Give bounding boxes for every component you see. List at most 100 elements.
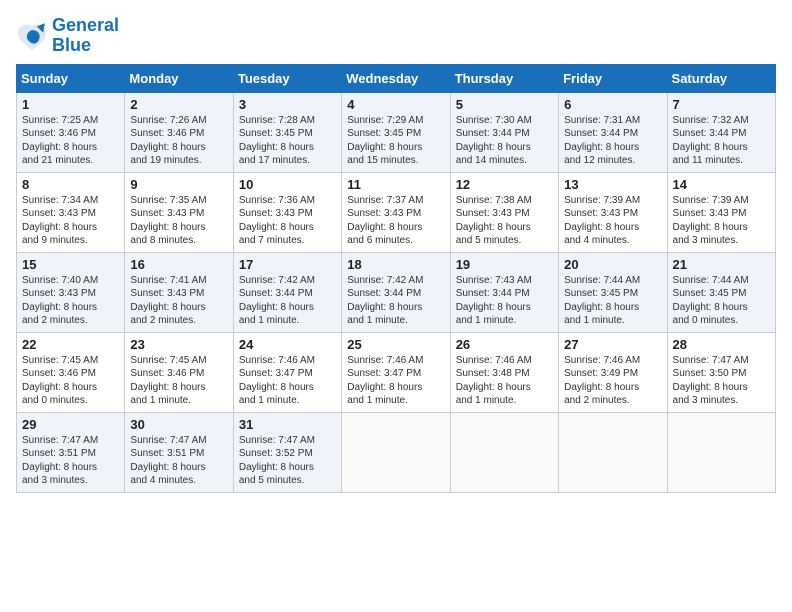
cell-info: Sunrise: 7:39 AMSunset: 3:43 PMDaylight:…: [564, 194, 661, 248]
calendar-cell: 10 Sunrise: 7:36 AMSunset: 3:43 PMDayligh…: [233, 172, 341, 252]
day-number: 1: [22, 97, 119, 112]
calendar-cell: 17Sunrise: 7:42 AMSunset: 3:44 PMDayligh…: [233, 252, 341, 332]
calendar-cell: 29 Sunrise: 7:47 AMSunset: 3:51 PMDayligh…: [17, 412, 125, 492]
cell-info: Sunrise: 7:46 AMSunset: 3:48 PMDaylight:…: [456, 354, 553, 408]
calendar-cell: 16 Sunrise: 7:41 AMSunset: 3:43 PMDayligh…: [125, 252, 233, 332]
calendar-week-2: 8 Sunrise: 7:34 AMSunset: 3:43 PMDaylight…: [17, 172, 776, 252]
day-number: 4: [347, 97, 444, 112]
cell-info: Sunrise: 7:32 AMSunset: 3:44 PMDaylight:…: [673, 114, 770, 168]
calendar-week-3: 15 Sunrise: 7:40 AMSunset: 3:43 PMDayligh…: [17, 252, 776, 332]
calendar-cell: 24 Sunrise: 7:46 AMSunset: 3:47 PMDayligh…: [233, 332, 341, 412]
calendar-cell: [667, 412, 775, 492]
day-number: 10: [239, 177, 336, 192]
cell-info: Sunrise: 7:45 AMSunset: 3:46 PMDaylight:…: [130, 354, 227, 408]
cell-info: Sunrise: 7:45 AMSunset: 3:46 PMDaylight:…: [22, 354, 119, 408]
page-header: General Blue: [16, 16, 776, 56]
cell-info: Sunrise: 7:25 AMSunset: 3:46 PMDaylight:…: [22, 114, 119, 168]
calendar-week-5: 29 Sunrise: 7:47 AMSunset: 3:51 PMDayligh…: [17, 412, 776, 492]
cell-info: Sunrise: 7:46 AMSunset: 3:47 PMDaylight:…: [347, 354, 444, 408]
cell-info: Sunrise: 7:42 AMSunset: 3:44 PMDaylight:…: [239, 274, 336, 328]
cell-info: Sunrise: 7:38 AMSunset: 3:43 PMDaylight:…: [456, 194, 553, 248]
calendar-cell: [559, 412, 667, 492]
calendar-week-1: 1 Sunrise: 7:25 AMSunset: 3:46 PMDaylight…: [17, 92, 776, 172]
logo-text: General Blue: [52, 16, 119, 56]
day-number: 30: [130, 417, 227, 432]
calendar-cell: 3Sunrise: 7:28 AMSunset: 3:45 PMDaylight…: [233, 92, 341, 172]
calendar-cell: [450, 412, 558, 492]
calendar-cell: 11 Sunrise: 7:37 AMSunset: 3:43 PMDayligh…: [342, 172, 450, 252]
day-number: 27: [564, 337, 661, 352]
cell-info: Sunrise: 7:47 AMSunset: 3:50 PMDaylight:…: [673, 354, 770, 408]
cell-info: Sunrise: 7:46 AMSunset: 3:47 PMDaylight:…: [239, 354, 336, 408]
header-thursday: Thursday: [450, 64, 558, 92]
calendar-cell: 7Sunrise: 7:32 AMSunset: 3:44 PMDaylight…: [667, 92, 775, 172]
cell-info: Sunrise: 7:35 AMSunset: 3:43 PMDaylight:…: [130, 194, 227, 248]
header-saturday: Saturday: [667, 64, 775, 92]
calendar-cell: 19Sunrise: 7:43 AMSunset: 3:44 PMDayligh…: [450, 252, 558, 332]
cell-info: Sunrise: 7:44 AMSunset: 3:45 PMDaylight:…: [673, 274, 770, 328]
cell-info: Sunrise: 7:26 AMSunset: 3:46 PMDaylight:…: [130, 114, 227, 168]
cell-info: Sunrise: 7:36 AMSunset: 3:43 PMDaylight:…: [239, 194, 336, 248]
cell-info: Sunrise: 7:42 AMSunset: 3:44 PMDaylight:…: [347, 274, 444, 328]
cell-info: Sunrise: 7:37 AMSunset: 3:43 PMDaylight:…: [347, 194, 444, 248]
cell-info: Sunrise: 7:34 AMSunset: 3:43 PMDaylight:…: [22, 194, 119, 248]
day-number: 25: [347, 337, 444, 352]
cell-info: Sunrise: 7:28 AMSunset: 3:45 PMDaylight:…: [239, 114, 336, 168]
day-number: 6: [564, 97, 661, 112]
cell-info: Sunrise: 7:40 AMSunset: 3:43 PMDaylight:…: [22, 274, 119, 328]
cell-info: Sunrise: 7:39 AMSunset: 3:43 PMDaylight:…: [673, 194, 770, 248]
day-number: 24: [239, 337, 336, 352]
cell-info: Sunrise: 7:43 AMSunset: 3:44 PMDaylight:…: [456, 274, 553, 328]
cell-info: Sunrise: 7:41 AMSunset: 3:43 PMDaylight:…: [130, 274, 227, 328]
calendar-cell: 14 Sunrise: 7:39 AMSunset: 3:43 PMDayligh…: [667, 172, 775, 252]
header-wednesday: Wednesday: [342, 64, 450, 92]
cell-info: Sunrise: 7:30 AMSunset: 3:44 PMDaylight:…: [456, 114, 553, 168]
day-number: 28: [673, 337, 770, 352]
calendar-cell: 30 Sunrise: 7:47 AMSunset: 3:51 PMDayligh…: [125, 412, 233, 492]
cell-info: Sunrise: 7:46 AMSunset: 3:49 PMDaylight:…: [564, 354, 661, 408]
header-friday: Friday: [559, 64, 667, 92]
calendar-cell: 2 Sunrise: 7:26 AMSunset: 3:46 PMDaylight…: [125, 92, 233, 172]
calendar-cell: [342, 412, 450, 492]
day-number: 23: [130, 337, 227, 352]
calendar-cell: 21 Sunrise: 7:44 AMSunset: 3:45 PMDayligh…: [667, 252, 775, 332]
calendar-cell: 23 Sunrise: 7:45 AMSunset: 3:46 PMDayligh…: [125, 332, 233, 412]
day-number: 5: [456, 97, 553, 112]
calendar-cell: 15 Sunrise: 7:40 AMSunset: 3:43 PMDayligh…: [17, 252, 125, 332]
calendar-cell: 27 Sunrise: 7:46 AMSunset: 3:49 PMDayligh…: [559, 332, 667, 412]
header-sunday: Sunday: [17, 64, 125, 92]
calendar-cell: 6Sunrise: 7:31 AMSunset: 3:44 PMDaylight…: [559, 92, 667, 172]
calendar-cell: 25 Sunrise: 7:46 AMSunset: 3:47 PMDayligh…: [342, 332, 450, 412]
day-number: 8: [22, 177, 119, 192]
calendar-cell: 28 Sunrise: 7:47 AMSunset: 3:50 PMDayligh…: [667, 332, 775, 412]
day-number: 2: [130, 97, 227, 112]
day-number: 16: [130, 257, 227, 272]
calendar-cell: 12 Sunrise: 7:38 AMSunset: 3:43 PMDayligh…: [450, 172, 558, 252]
calendar-cell: 5 Sunrise: 7:30 AMSunset: 3:44 PMDaylight…: [450, 92, 558, 172]
calendar-cell: 26Sunrise: 7:46 AMSunset: 3:48 PMDayligh…: [450, 332, 558, 412]
day-number: 12: [456, 177, 553, 192]
day-number: 22: [22, 337, 119, 352]
logo: General Blue: [16, 16, 119, 56]
cell-info: Sunrise: 7:47 AMSunset: 3:51 PMDaylight:…: [130, 434, 227, 488]
calendar-cell: 4Sunrise: 7:29 AMSunset: 3:45 PMDaylight…: [342, 92, 450, 172]
calendar-table: SundayMondayTuesdayWednesdayThursdayFrid…: [16, 64, 776, 493]
calendar-cell: 9 Sunrise: 7:35 AMSunset: 3:43 PMDaylight…: [125, 172, 233, 252]
header-tuesday: Tuesday: [233, 64, 341, 92]
calendar-cell: 18Sunrise: 7:42 AMSunset: 3:44 PMDayligh…: [342, 252, 450, 332]
day-number: 14: [673, 177, 770, 192]
calendar-cell: 22 Sunrise: 7:45 AMSunset: 3:46 PMDayligh…: [17, 332, 125, 412]
day-number: 11: [347, 177, 444, 192]
day-number: 13: [564, 177, 661, 192]
header-monday: Monday: [125, 64, 233, 92]
cell-info: Sunrise: 7:44 AMSunset: 3:45 PMDaylight:…: [564, 274, 661, 328]
day-number: 29: [22, 417, 119, 432]
cell-info: Sunrise: 7:47 AMSunset: 3:51 PMDaylight:…: [22, 434, 119, 488]
cell-info: Sunrise: 7:47 AMSunset: 3:52 PMDaylight:…: [239, 434, 336, 488]
calendar-cell: 31Sunrise: 7:47 AMSunset: 3:52 PMDayligh…: [233, 412, 341, 492]
day-number: 9: [130, 177, 227, 192]
day-number: 15: [22, 257, 119, 272]
calendar-cell: 20 Sunrise: 7:44 AMSunset: 3:45 PMDayligh…: [559, 252, 667, 332]
day-number: 21: [673, 257, 770, 272]
day-number: 20: [564, 257, 661, 272]
